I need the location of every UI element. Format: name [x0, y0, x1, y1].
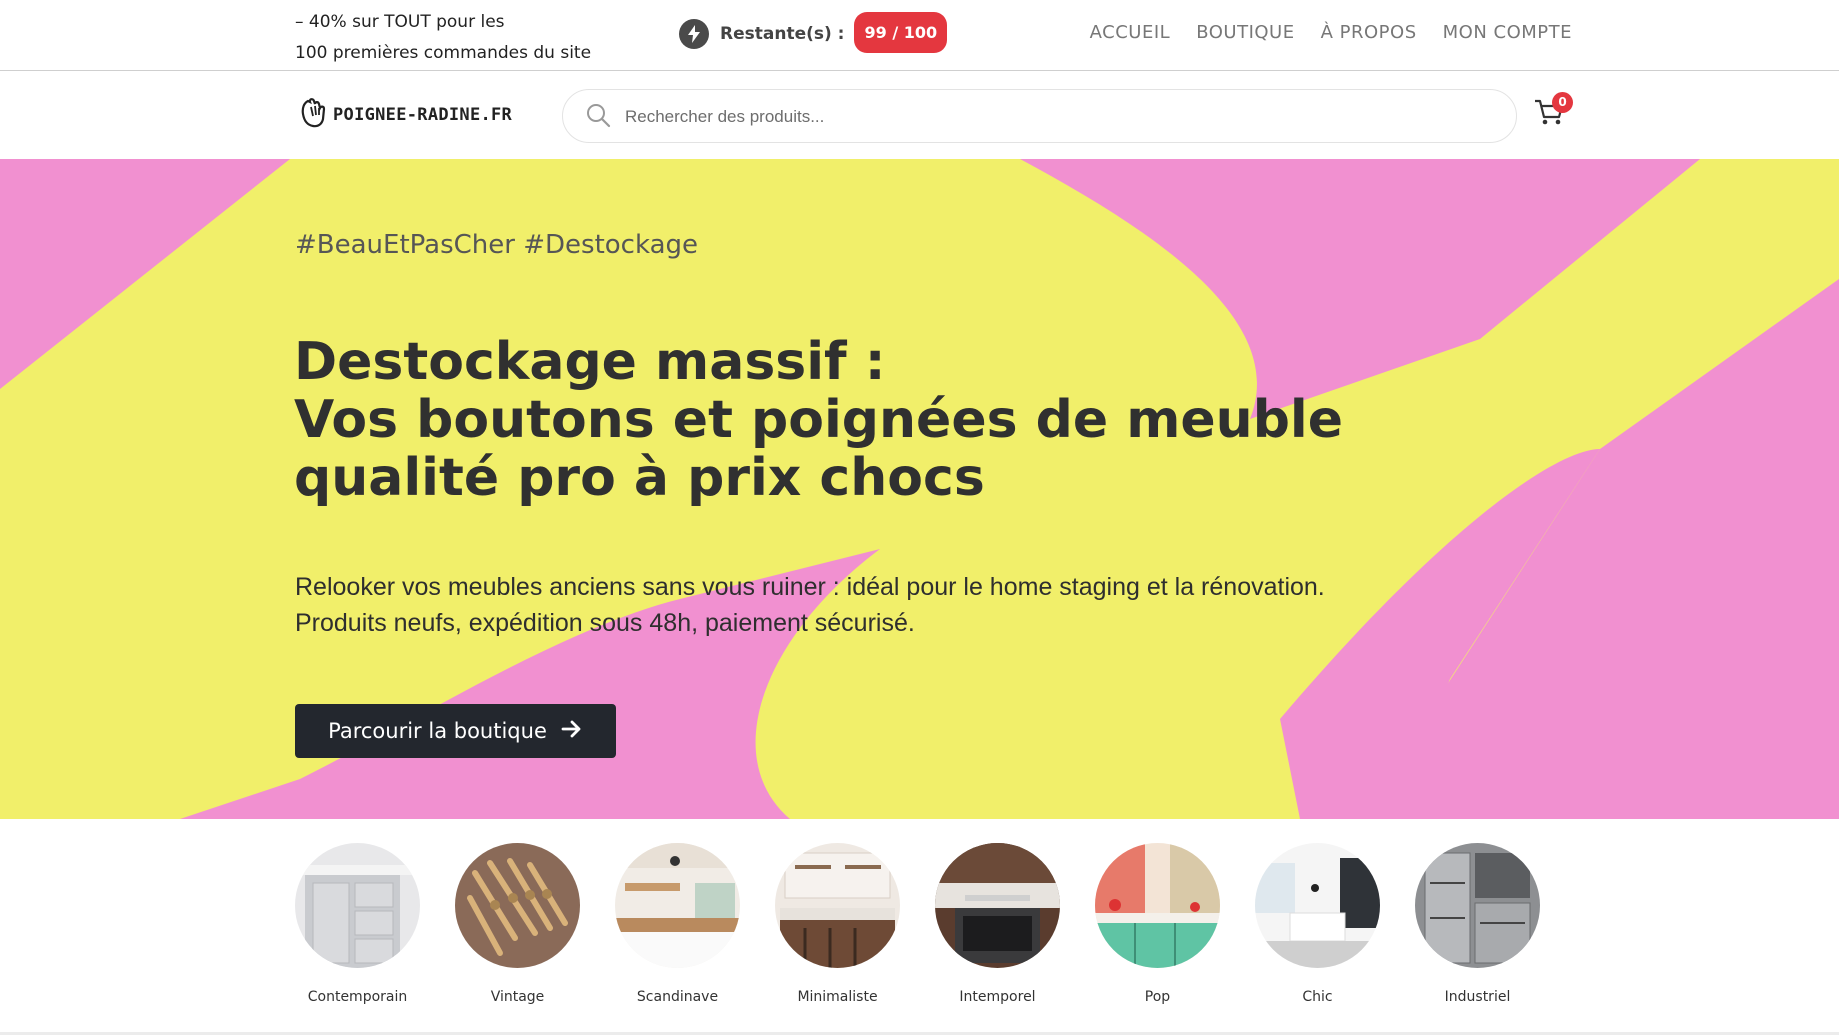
category-label[interactable]: Contemporain: [295, 989, 420, 1005]
promo-line-1: – 40% sur TOUT pour les: [295, 12, 505, 32]
hand-logo-icon: [300, 98, 328, 132]
category-image[interactable]: [1415, 843, 1540, 968]
nav-accueil[interactable]: ACCUEIL: [1090, 22, 1171, 43]
hero-hashtags: #BeauEtPasCher #Destockage: [295, 230, 698, 260]
nav-mon-compte[interactable]: MON COMPTE: [1443, 22, 1572, 43]
category-image[interactable]: [1255, 843, 1380, 968]
promo-line-2: 100 premières commandes du site: [295, 43, 592, 63]
category-scandinave[interactable]: Scandinave: [615, 843, 740, 1005]
promo-bar: – 40% sur TOUT pour les 100 premières co…: [0, 0, 1839, 71]
counter-label: Restante(s) :: [720, 24, 845, 44]
category-image[interactable]: [1095, 843, 1220, 968]
search-icon[interactable]: [585, 102, 611, 132]
category-label[interactable]: Scandinave: [615, 989, 740, 1005]
promo-text: – 40% sur TOUT pour les 100 premières co…: [295, 7, 591, 69]
arrow-right-icon: [561, 719, 583, 744]
category-industriel[interactable]: Industriel: [1415, 843, 1540, 1005]
category-image[interactable]: [935, 843, 1060, 968]
search-bar: [562, 89, 1517, 143]
category-pop[interactable]: Pop: [1095, 843, 1220, 1005]
counter-badge: 99 / 100: [854, 12, 948, 53]
headline-line-3: qualité pro à prix chocs: [294, 448, 985, 508]
category-image[interactable]: [455, 843, 580, 968]
search-input[interactable]: [623, 102, 1487, 132]
category-contemporain[interactable]: Contemporain: [295, 843, 420, 1005]
category-label[interactable]: Industriel: [1415, 989, 1540, 1005]
browse-shop-button[interactable]: Parcourir la boutique: [295, 704, 616, 758]
hero-banner: #BeauEtPasCher #Destockage Destockage ma…: [0, 159, 1839, 819]
subtitle-line-1: Relooker vos meubles anciens sans vous r…: [295, 573, 1325, 601]
site-logo[interactable]: POIGNEE-RADINE.FR: [300, 98, 512, 132]
category-intemporel[interactable]: Intemporel: [935, 843, 1060, 1005]
nav-a-propos[interactable]: À PROPOS: [1321, 22, 1417, 43]
lightning-icon: [679, 19, 709, 49]
subtitle-line-2: Produits neufs, expédition sous 48h, pai…: [295, 609, 915, 637]
category-chic[interactable]: Chic: [1255, 843, 1380, 1005]
main-nav: ACCUEIL BOUTIQUE À PROPOS MON COMPTE: [1090, 22, 1572, 43]
category-minimaliste[interactable]: Minimaliste: [775, 843, 900, 1005]
cart-count-badge: 0: [1552, 92, 1573, 113]
headline-line-1: Destockage massif :: [294, 332, 886, 392]
nav-boutique[interactable]: BOUTIQUE: [1196, 22, 1294, 43]
category-label[interactable]: Vintage: [455, 989, 580, 1005]
hero-headline: Destockage massif : Vos boutons et poign…: [294, 333, 1343, 507]
category-vintage[interactable]: Vintage: [455, 843, 580, 1005]
category-image[interactable]: [775, 843, 900, 968]
hero-subtitle: Relooker vos meubles anciens sans vous r…: [295, 569, 1325, 641]
logo-text: POIGNEE-RADINE.FR: [333, 105, 513, 125]
cta-label: Parcourir la boutique: [328, 719, 547, 743]
category-list: Contemporain Vintage Scandinave Minimali…: [295, 843, 1540, 1005]
category-image[interactable]: [615, 843, 740, 968]
category-image[interactable]: [295, 843, 420, 968]
headline-line-2: Vos boutons et poignées de meuble: [294, 390, 1344, 450]
category-label[interactable]: Pop: [1095, 989, 1220, 1005]
site-header: POIGNEE-RADINE.FR: [0, 71, 1839, 160]
category-label[interactable]: Chic: [1255, 989, 1380, 1005]
remaining-counter: Restante(s) : 99 / 100: [679, 12, 948, 53]
category-label[interactable]: Intemporel: [935, 989, 1060, 1005]
category-label[interactable]: Minimaliste: [775, 989, 900, 1005]
